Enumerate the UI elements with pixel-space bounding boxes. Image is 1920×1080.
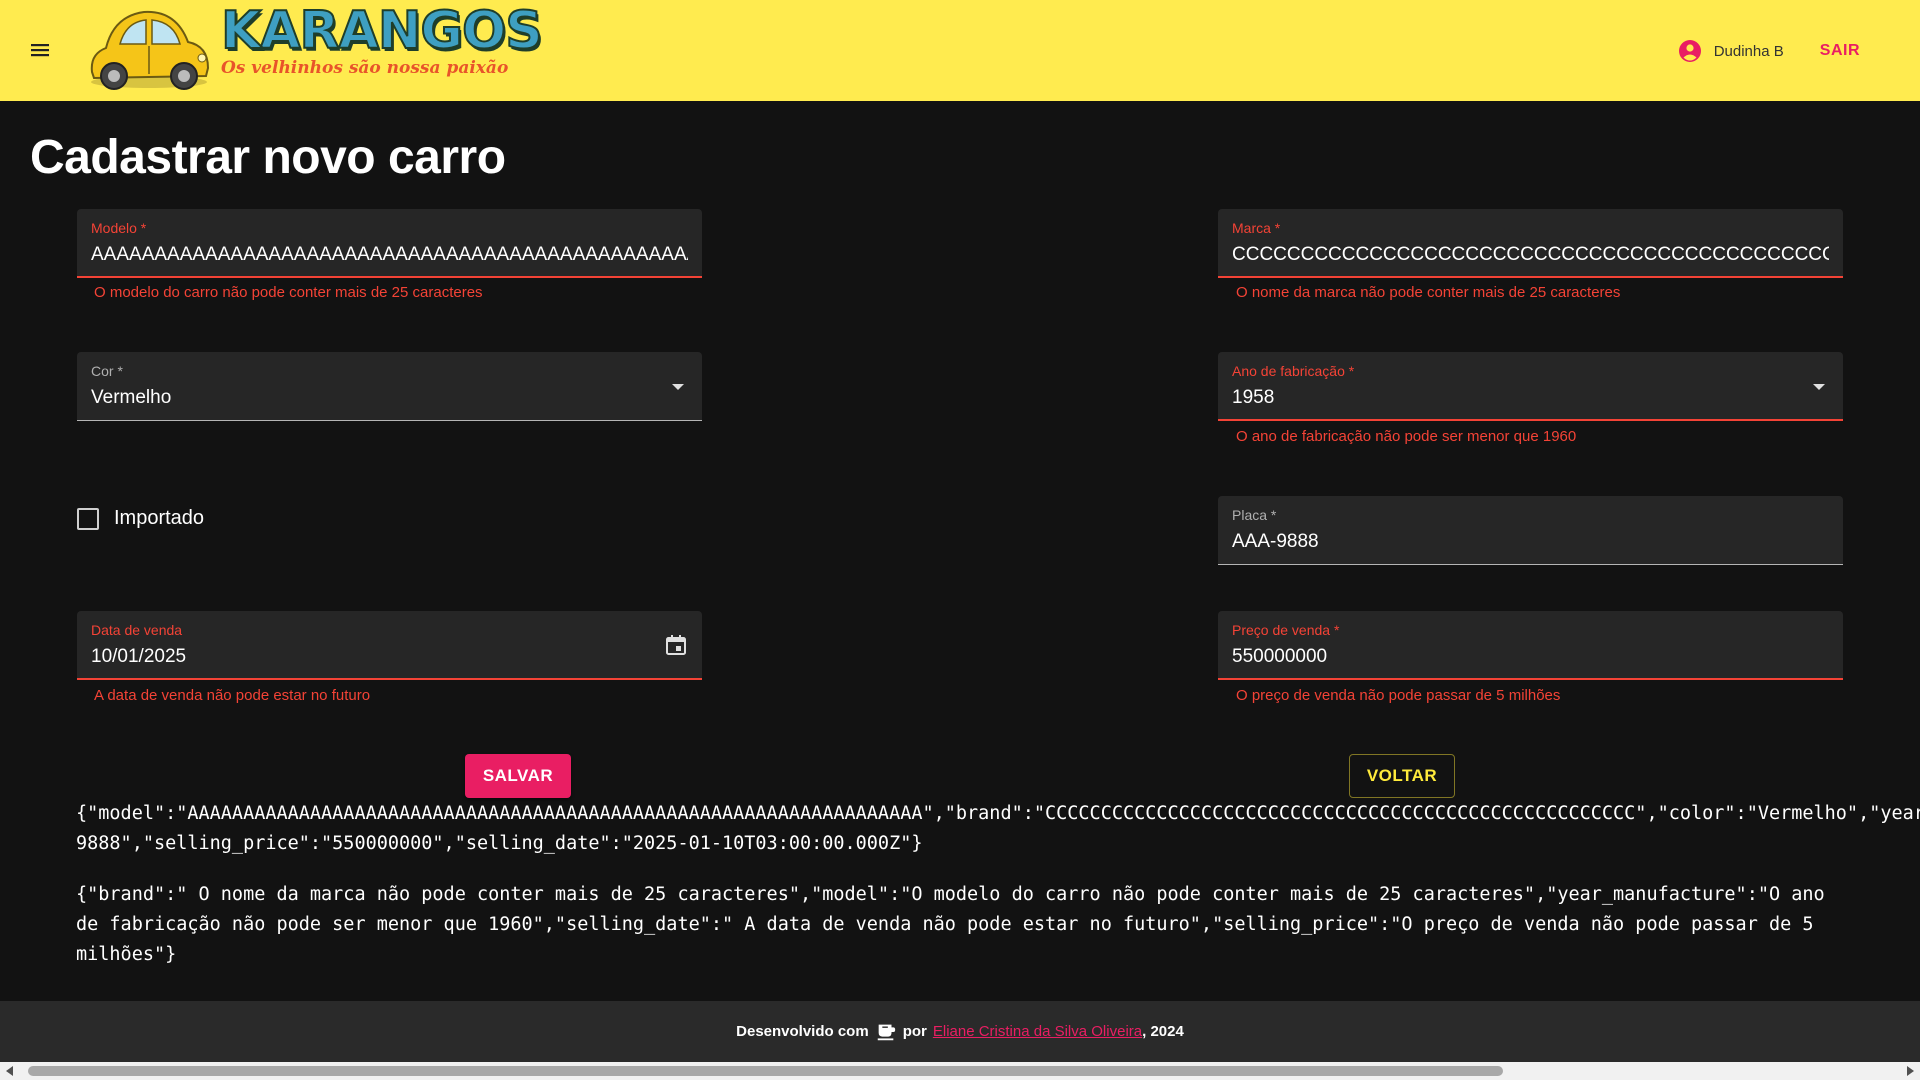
color-select[interactable]: Cor * Vermelho	[77, 352, 702, 421]
menu-icon	[31, 44, 49, 57]
selling-price-error: O preço de venda não pode passar de 5 mi…	[1236, 687, 1561, 704]
plate-field[interactable]: Placa * AAA-9888	[1218, 496, 1843, 565]
coffee-icon	[877, 1024, 895, 1040]
selling-price-field[interactable]: Preço de venda * 550000000	[1218, 611, 1843, 680]
logo[interactable]: KARANGOS Os velhinhos são nossa paixão	[84, 0, 544, 92]
calendar-icon[interactable]	[664, 633, 688, 657]
plate-input[interactable]: AAA-9888	[1232, 531, 1829, 553]
year-label: Ano de fabricação *	[1232, 363, 1355, 379]
chevron-down-icon	[672, 384, 684, 390]
imported-label: Importado	[114, 507, 205, 529]
car-logo-icon	[90, 10, 210, 90]
model-field[interactable]: Modelo * AAAAAAAAAAAAAAAAAAAAAAAAAAAAAAA…	[77, 209, 702, 278]
footer-suffix: , 2024	[1142, 1023, 1184, 1040]
account-circle-icon	[1678, 40, 1701, 62]
author-link[interactable]: Eliane Cristina da Silva Oliveira	[933, 1023, 1142, 1040]
selling-price-label: Preço de venda *	[1232, 622, 1340, 638]
model-error: O modelo do carro não pode conter mais d…	[94, 284, 483, 301]
menu-button[interactable]	[24, 34, 56, 66]
year-value: 1958	[1232, 387, 1275, 408]
selling-date-input[interactable]: 10/01/2025	[91, 646, 688, 668]
color-label: Cor *	[91, 363, 123, 379]
logo-slogan: Os velhinhos são nossa paixão	[221, 58, 509, 78]
selling-price-input[interactable]: 550000000	[1232, 646, 1829, 668]
user-name: Dudinha B	[1713, 42, 1784, 60]
brand-label: Marca *	[1232, 220, 1281, 236]
model-input[interactable]: AAAAAAAAAAAAAAAAAAAAAAAAAAAAAAAAAAAAAAAA…	[91, 244, 688, 266]
user-area: Dudinha B SAIR	[1678, 38, 1866, 64]
imported-checkbox-row[interactable]: Importado	[77, 507, 204, 530]
selling-date-label: Data de venda	[91, 622, 183, 638]
selling-date-field[interactable]: Data de venda 10/01/2025	[77, 611, 702, 680]
model-label: Modelo *	[91, 220, 147, 236]
plate-label: Placa *	[1232, 507, 1277, 523]
brand-field[interactable]: Marca * CCCCCCCCCCCCCCCCCCCCCCCCCCCCCCCC…	[1218, 209, 1843, 278]
app-bar: KARANGOS Os velhinhos são nossa paixão D…	[0, 0, 1920, 101]
color-value: Vermelho	[91, 387, 172, 408]
selling-date-error: A data de venda não pode estar no futuro	[94, 687, 371, 704]
brand-error: O nome da marca não pode conter mais de …	[1236, 284, 1621, 301]
scroll-left-arrow-icon[interactable]	[6, 1066, 13, 1076]
horizontal-scrollbar[interactable]	[0, 1062, 1920, 1080]
debug-errors-json: {"brand":" O nome da marca não pode cont…	[76, 884, 1825, 965]
debug-values-line-2: 9888","selling_price":"550000000","selli…	[76, 833, 923, 854]
scroll-thumb[interactable]	[28, 1066, 1503, 1076]
brand-input[interactable]: CCCCCCCCCCCCCCCCCCCCCCCCCCCCCCCCCCCCCCCC…	[1232, 244, 1829, 266]
footer-middle: por	[902, 1023, 927, 1040]
footer: Desenvolvido com por Eliane Cristina da …	[0, 1001, 1920, 1062]
footer-prefix: Desenvolvido com	[736, 1023, 869, 1040]
scroll-right-arrow-icon[interactable]	[1907, 1066, 1914, 1076]
debug-values-json: {"model":"AAAAAAAAAAAAAAAAAAAAAAAAAAAAAA…	[76, 799, 1920, 859]
imported-checkbox[interactable]	[77, 507, 99, 530]
logout-button[interactable]: SAIR	[1814, 38, 1866, 64]
chevron-down-icon	[1813, 384, 1825, 390]
year-select[interactable]: Ano de fabricação * 1958	[1218, 352, 1843, 421]
year-error: O ano de fabricação não pode ser menor q…	[1236, 428, 1577, 445]
back-button[interactable]: VOLTAR	[1349, 754, 1455, 798]
page-title: Cadastrar novo carro	[30, 131, 506, 184]
debug-values-line-1: {"model":"AAAAAAAAAAAAAAAAAAAAAAAAAAAAAA…	[76, 803, 1920, 824]
save-button[interactable]: SALVAR	[465, 754, 571, 798]
logo-title: KARANGOS	[220, 0, 544, 62]
